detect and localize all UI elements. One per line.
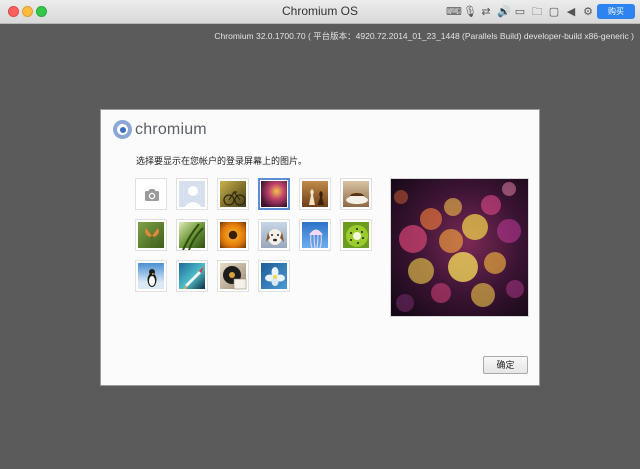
window-icon[interactable]: ▢	[548, 5, 560, 18]
butterfly-photo	[138, 222, 164, 248]
ok-button[interactable]: 确定	[483, 356, 528, 374]
image-option-camera[interactable]	[135, 178, 167, 210]
version-info: Chromium 32.0.1700.70 ( 平台版本：4920.72.201…	[214, 31, 634, 41]
rocket-photo	[179, 263, 205, 289]
camera-icon	[138, 181, 164, 207]
title-bar: Chromium OS ⌨ 🎙 ⇄ 🔊 ▭ 🗀 ▢ ◀ ⚙ 购买	[0, 0, 640, 24]
back-icon[interactable]: ◀	[565, 5, 577, 18]
purchase-button[interactable]: 购买	[597, 4, 635, 19]
toolbar-icons: ⌨ 🎙 ⇄ 🔊 ▭ 🗀 ▢ ◀ ⚙	[446, 5, 594, 18]
gear-icon[interactable]: ⚙	[582, 5, 594, 18]
grass-photo	[179, 222, 205, 250]
image-option-jellyfish[interactable]	[299, 219, 331, 251]
mic-icon[interactable]: 🎙	[463, 5, 477, 18]
dialog-prompt: 选择要显示在您帐户的登录屏幕上的图片。	[136, 156, 308, 166]
dog-photo	[261, 222, 287, 248]
image-option-bicycle[interactable]	[217, 178, 249, 210]
image-option-flower-blue[interactable]	[258, 260, 290, 292]
image-option-default-avatar[interactable]	[176, 178, 208, 210]
folder-icon[interactable]: 🗀	[531, 5, 543, 18]
selected-image-preview	[390, 178, 529, 317]
kiwi-photo	[343, 222, 369, 248]
bicycle-photo	[220, 181, 246, 207]
chromium-logo-icon	[113, 120, 132, 139]
image-option-coffee[interactable]	[340, 178, 372, 210]
bokeh-photo	[261, 181, 287, 207]
blue-flower-photo	[261, 263, 287, 289]
sunflower-photo	[220, 222, 246, 248]
penguin-photo	[138, 263, 164, 289]
avatar-silhouette	[179, 181, 205, 209]
image-option-dog[interactable]	[258, 219, 290, 251]
chess-photo	[302, 181, 328, 207]
vinyl-photo	[220, 263, 247, 290]
image-option-chess[interactable]	[299, 178, 331, 210]
coffee-photo	[343, 181, 369, 207]
keyboard-icon[interactable]: ⌨	[446, 5, 462, 18]
image-option-butterfly-flower[interactable]	[135, 219, 167, 251]
image-option-grass[interactable]	[176, 219, 208, 251]
image-option-kiwi[interactable]	[340, 219, 372, 251]
image-option-vinyl[interactable]	[217, 260, 249, 292]
jellyfish-photo	[302, 222, 328, 249]
image-option-bokeh[interactable]	[258, 178, 290, 210]
image-option-rocket[interactable]	[176, 260, 208, 292]
chromium-logo: chromium	[113, 120, 207, 139]
image-option-sunflower[interactable]	[217, 219, 249, 251]
volume-icon[interactable]: 🔊	[497, 5, 511, 18]
bokeh-preview-image	[391, 179, 528, 316]
logo-text: chromium	[135, 120, 207, 138]
display-icon[interactable]: ▭	[514, 5, 526, 18]
image-option-penguin[interactable]	[135, 260, 167, 292]
user-image-dialog: chromium 选择要显示在您帐户的登录屏幕上的图片。 确定	[100, 109, 540, 386]
network-icon[interactable]: ⇄	[480, 5, 492, 18]
